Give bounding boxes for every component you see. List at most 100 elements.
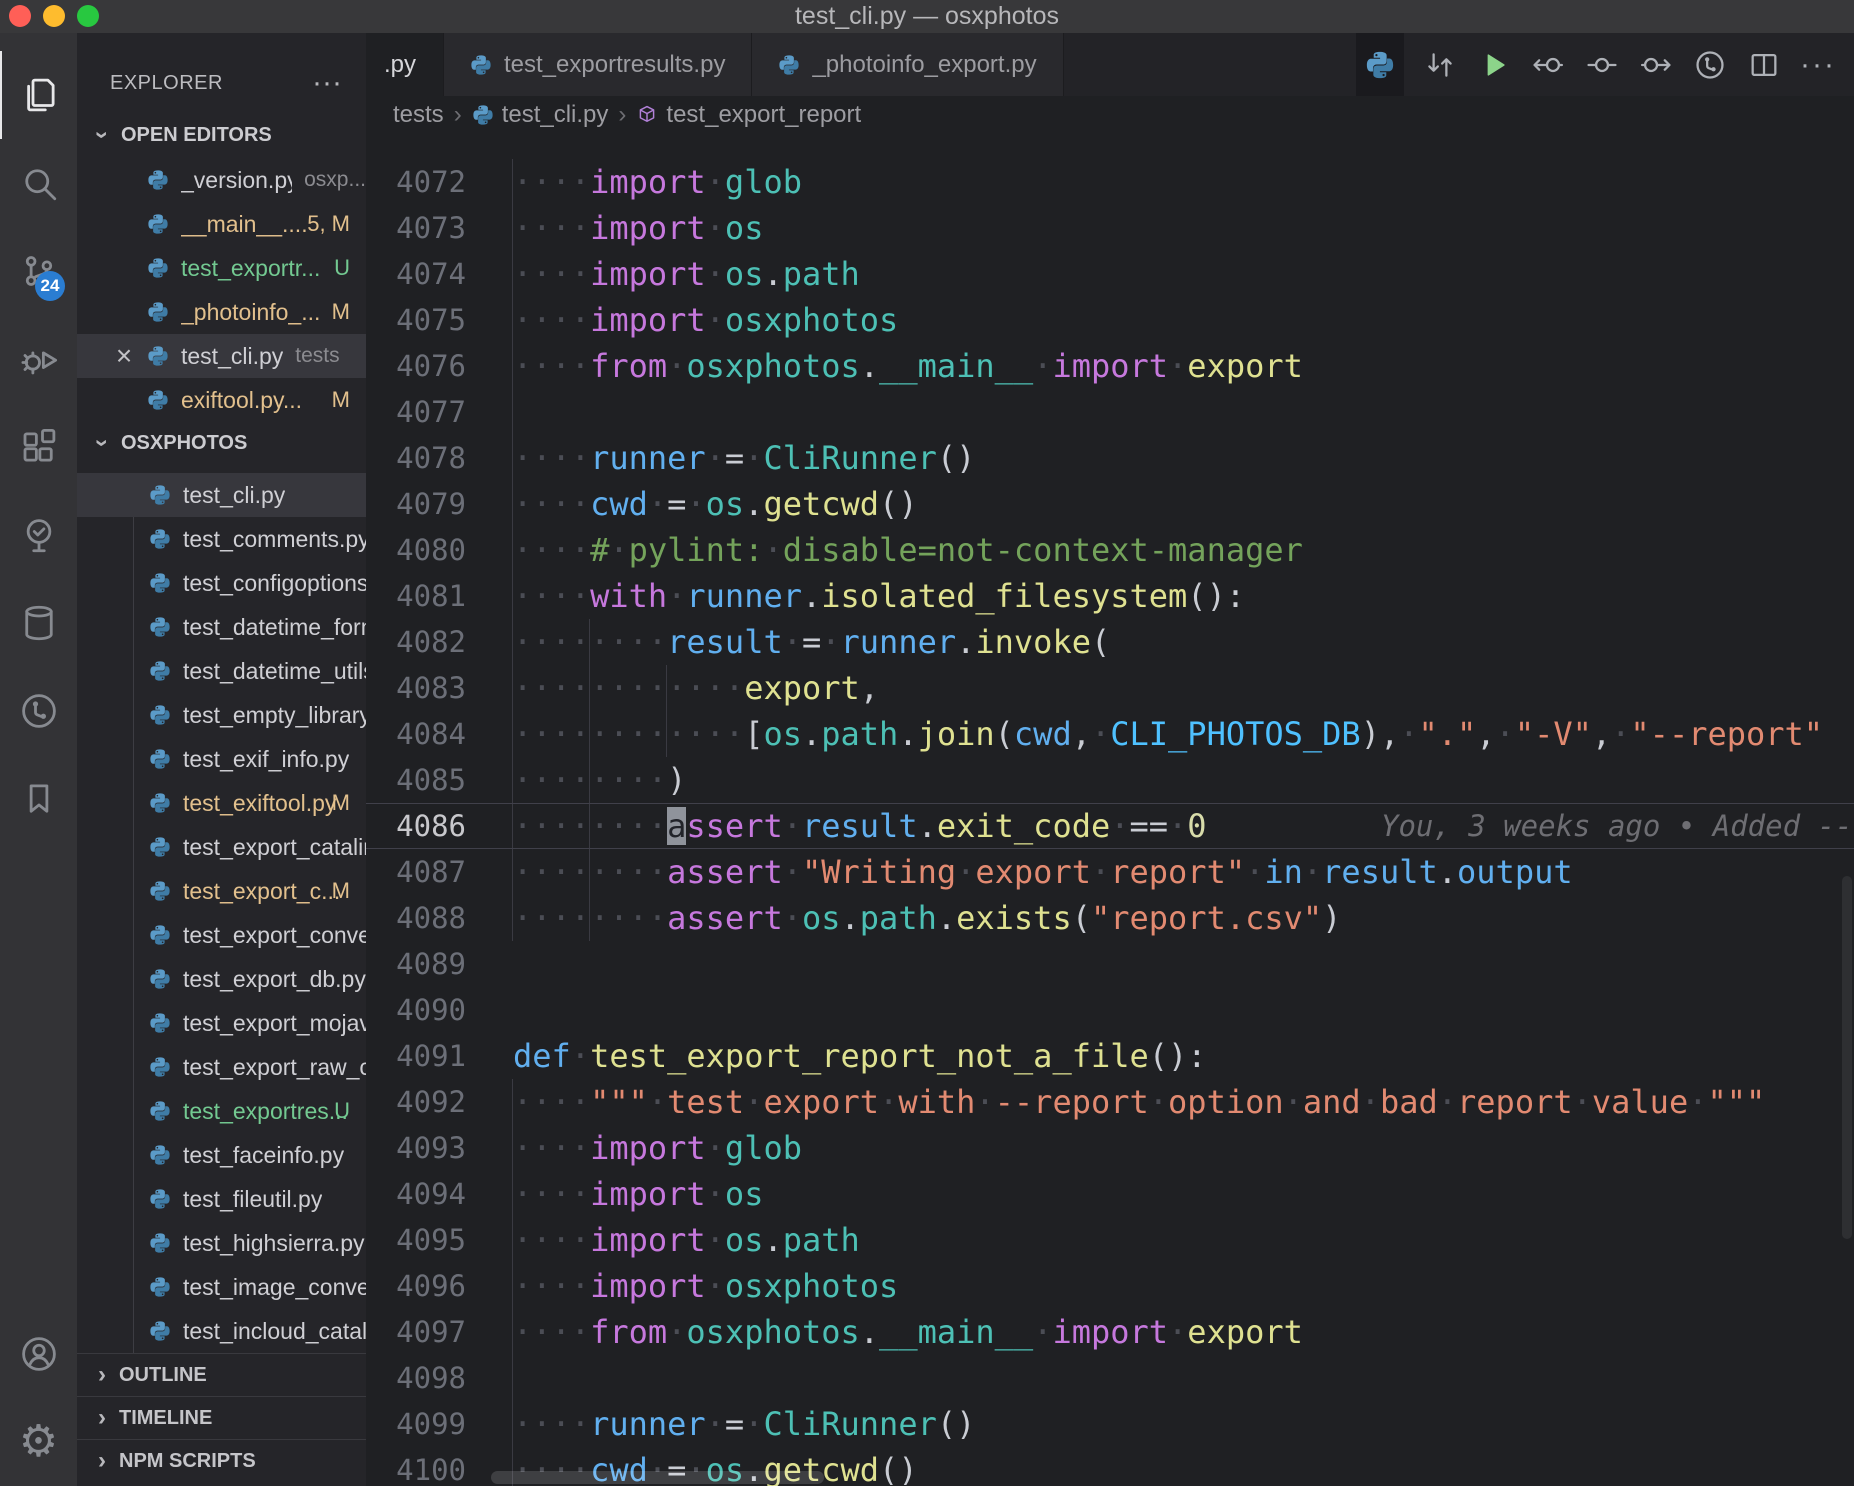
tree-item-test_exif_info.py[interactable]: test_exif_info.py [77,737,366,781]
code-line-4092[interactable]: 4092····"""·test·export·with·--report·op… [366,1079,1854,1125]
collapsed-sections: ›OUTLINE›TIMELINE›NPM SCRIPTS [77,1353,366,1482]
horizontal-scrollbar[interactable] [491,1471,824,1484]
tree-item-test_image_convert...[interactable]: test_image_convert... [77,1265,366,1309]
compare-changes-icon[interactable] [1418,43,1462,87]
tree-item-test_highsierra.py[interactable]: test_highsierra.py [77,1221,366,1265]
code-line-4079[interactable]: 4079····cwd·=·os.getcwd() [366,481,1854,527]
minimize-window-button[interactable] [43,5,65,27]
tree-item-test_cli.py[interactable]: test_cli.py [77,473,366,517]
activity-git-graph-icon[interactable] [0,667,77,755]
tree-item-test_export_raw_ca...[interactable]: test_export_raw_ca... [77,1045,366,1089]
maximize-window-button[interactable] [77,5,99,27]
split-editor-icon[interactable] [1742,43,1786,87]
code-line-4090[interactable]: 4090 [366,987,1854,1033]
open-editor-test_cli.py[interactable]: ×test_cli.pytests [77,334,366,378]
tree-item-test_fileutil.py[interactable]: test_fileutil.py [77,1177,366,1221]
tree-item-test_empty_library_...[interactable]: test_empty_library_... [77,693,366,737]
code-line-4088[interactable]: 4088········assert·os.path.exists("repor… [366,895,1854,941]
section-osxphotos[interactable]: › OSXPHOTOS [77,422,366,464]
breadcrumb-test_cli.py[interactable]: test_cli.py [472,101,609,129]
code-line-4076[interactable]: 4076····from·osxphotos.__main__·import·e… [366,343,1854,389]
tree-item-test_comments.py[interactable]: test_comments.py [77,517,366,561]
open-editor-_photoinfo_...[interactable]: _photoinfo_...M [77,290,366,334]
tree-item-test_datetime_utils....[interactable]: test_datetime_utils.... [77,649,366,693]
open-editor-__main__....[interactable]: __main__....5, M [77,202,366,246]
code-line-4074[interactable]: 4074····import·os.path [366,251,1854,297]
activity-bookmarks-icon[interactable] [0,755,77,843]
line-number: 4077 [366,389,466,435]
vertical-scrollbar[interactable] [1842,876,1852,1239]
code-line-4075[interactable]: 4075····import·osxphotos [366,297,1854,343]
open-editor-_version.py[interactable]: _version.pyosxp... [77,158,366,202]
open-editor-exiftool.py...[interactable]: exiftool.py...M [77,378,366,422]
tree-item-test_faceinfo.py[interactable]: test_faceinfo.py [77,1133,366,1177]
code-line-4097[interactable]: 4097····from·osxphotos.__main__·import·e… [366,1309,1854,1355]
code-line-4080[interactable]: 4080····#·pylint:·disable=not-context-ma… [366,527,1854,573]
tree-item-test_incloud_catali...[interactable]: test_incloud_catali... [77,1309,366,1353]
chevron-down-icon: › [88,432,116,454]
tree-item-test_configoptions....[interactable]: test_configoptions.... [77,561,366,605]
breadcrumb-tests[interactable]: tests [393,101,444,129]
previous-change-icon[interactable] [1526,43,1570,87]
code-line-4072[interactable]: 4072····import·glob [366,159,1854,205]
next-change-icon[interactable] [1634,43,1678,87]
activity-search-icon[interactable] [0,139,77,227]
breadcrumb-test_export_report[interactable]: test_export_report [636,101,861,129]
tree-item-test_exiftool.py[interactable]: test_exiftool.pyM [77,781,366,825]
more-actions-icon[interactable]: ··· [1796,43,1840,87]
gitlens-icon[interactable] [1688,43,1732,87]
close-icon[interactable]: × [111,340,137,372]
code-editor[interactable]: 4072····import·glob4073····import·os4074… [366,133,1854,1486]
tree-item-test_exportres...[interactable]: test_exportres...U [77,1089,366,1133]
code-line-4093[interactable]: 4093····import·glob [366,1125,1854,1171]
activity-settings-icon[interactable]: ⚙ [0,1398,77,1486]
code-line-4085[interactable]: 4085········) [366,757,1854,803]
python-interpreter-icon[interactable] [1356,33,1404,96]
run-python-file-icon[interactable] [1472,43,1516,87]
code-line-4081[interactable]: 4081····with·runner.isolated_filesystem(… [366,573,1854,619]
code-line-4084[interactable]: 4084············[os.path.join(cwd,·CLI_P… [366,711,1854,757]
code-line-4077[interactable]: 4077 [366,389,1854,435]
code-line-4078[interactable]: 4078····runner·=·CliRunner() [366,435,1854,481]
tab-_photoinfo_export.py[interactable]: _photoinfo_export.py [752,33,1063,96]
tab-.py[interactable]: .py [366,33,444,96]
code-line-4083[interactable]: 4083············export, [366,665,1854,711]
activity-explorer-icon[interactable] [0,51,77,139]
code-line-4091[interactable]: 4091def·test_export_report_not_a_file(): [366,1033,1854,1079]
python-file-icon [147,345,169,367]
tree-item-test_export_db.py[interactable]: test_export_db.py [77,957,366,1001]
code-line-4087[interactable]: 4087········assert·"Writing·export·repor… [366,849,1854,895]
code-line-4094[interactable]: 4094····import·os [366,1171,1854,1217]
section-outline[interactable]: ›OUTLINE [77,1353,366,1396]
more-actions-icon[interactable]: ··· [312,66,342,100]
activity-extensions-icon[interactable] [0,403,77,491]
section-timeline[interactable]: ›TIMELINE [77,1396,366,1439]
tab-test_exportresults.py[interactable]: test_exportresults.py [444,33,752,96]
close-window-button[interactable] [9,5,31,27]
line-number: 4086 [366,804,466,848]
open-editor-test_exportr...[interactable]: test_exportr...U [77,246,366,290]
section-npm-scripts[interactable]: ›NPM SCRIPTS [77,1439,366,1482]
tree-item-test_export_conver...[interactable]: test_export_conver... [77,913,366,957]
line-number: 4091 [366,1033,466,1079]
section-open-editors[interactable]: › OPEN EDITORS [77,115,366,155]
tree-item-test_datetime_form...[interactable]: test_datetime_form... [77,605,366,649]
file-label: test_exportres... [183,1098,348,1125]
code-line-4073[interactable]: 4073····import·os [366,205,1854,251]
activity-testing-tree-icon[interactable] [0,491,77,579]
code-line-4095[interactable]: 4095····import·os.path [366,1217,1854,1263]
code-line-4086[interactable]: 4086········assert·result.exit_code·==·0… [366,803,1854,849]
activity-account-icon[interactable] [0,1310,77,1398]
code-line-4089[interactable]: 4089 [366,941,1854,987]
activity-database-icon[interactable] [0,579,77,667]
current-change-icon[interactable] [1580,43,1624,87]
code-line-4096[interactable]: 4096····import·osxphotos [366,1263,1854,1309]
tree-item-test_export_catalin...[interactable]: test_export_catalin... [77,825,366,869]
code-line-4099[interactable]: 4099····runner·=·CliRunner() [366,1401,1854,1447]
activity-source-control-icon[interactable]: 24 [0,227,77,315]
tree-item-test_export_mojave...[interactable]: test_export_mojave... [77,1001,366,1045]
code-line-4082[interactable]: 4082········result·=·runner.invoke( [366,619,1854,665]
code-line-4098[interactable]: 4098 [366,1355,1854,1401]
activity-run-and-debug-icon[interactable] [0,315,77,403]
tree-item-test_export_c...[interactable]: test_export_c...M [77,869,366,913]
